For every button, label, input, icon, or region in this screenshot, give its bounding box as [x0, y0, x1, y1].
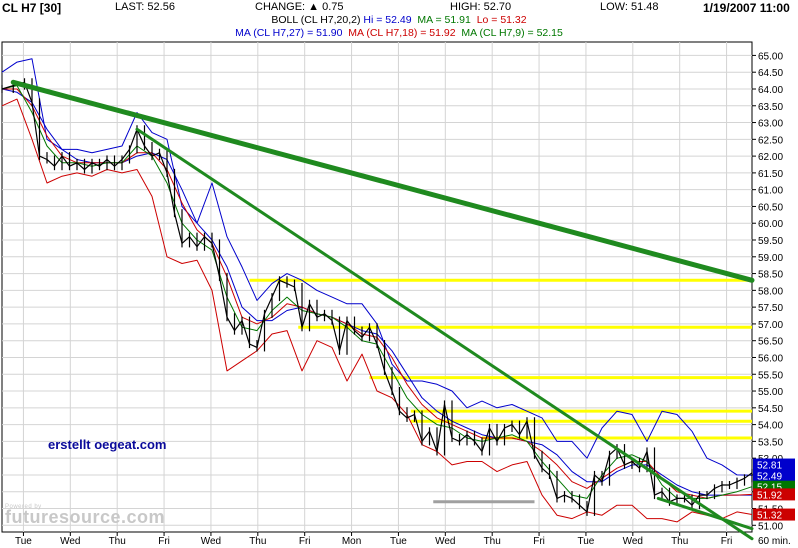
- y-tick-label: 64.50: [758, 68, 783, 79]
- x-tick-label: Fri: [158, 536, 170, 547]
- watermark-brand: futuresource.com: [5, 507, 166, 527]
- x-tick-label: Fri: [533, 536, 545, 547]
- x-tick-label: Wed: [435, 536, 455, 547]
- y-tick-label: 64.00: [758, 85, 783, 96]
- y-tick-label: 54.00: [758, 421, 783, 432]
- value-box-label: 51.32: [757, 511, 782, 522]
- x-tick-label: Fri: [721, 536, 733, 547]
- y-tick-label: 60.00: [758, 219, 783, 230]
- y-tick-label: 57.50: [758, 303, 783, 314]
- x-tick-label: Tue: [15, 536, 32, 547]
- y-tick-label: 61.00: [758, 186, 783, 197]
- author-annotation: erstellt oegeat.com: [48, 437, 167, 452]
- y-tick-label: 55.00: [758, 387, 783, 398]
- x-tick-label: Tue: [578, 536, 595, 547]
- x-unit-label: 60 min.: [758, 536, 791, 547]
- x-tick-label: Thu: [109, 536, 126, 547]
- x-tick-label: Thu: [484, 536, 501, 547]
- y-tick-label: 58.00: [758, 286, 783, 297]
- y-tick-label: 59.50: [758, 236, 783, 247]
- x-tick-label: Fri: [299, 536, 311, 547]
- x-tick-label: Tue: [390, 536, 407, 547]
- y-tick-label: 61.50: [758, 169, 783, 180]
- x-tick-label: Wed: [623, 536, 643, 547]
- value-boxes: 52.8152.4952.1551.9251.32: [753, 458, 795, 522]
- y-tick-label: 62.00: [758, 152, 783, 163]
- value-box-label: 52.49: [757, 471, 782, 482]
- x-tick-label: Wed: [201, 536, 221, 547]
- y-tick-label: 62.50: [758, 135, 783, 146]
- x-tick-label: Wed: [60, 536, 80, 547]
- y-tick-label: 65.00: [758, 51, 783, 62]
- x-tick-label: Thu: [249, 536, 266, 547]
- value-box-label: 51.92: [757, 490, 782, 501]
- futuresource-watermark: Powered by futuresource.com: [5, 504, 165, 528]
- y-tick-label: 59.00: [758, 253, 783, 264]
- y-tick-label: 56.50: [758, 337, 783, 348]
- y-tick-label: 57.00: [758, 320, 783, 331]
- y-tick-label: 55.50: [758, 370, 783, 381]
- y-tick-label: 54.50: [758, 404, 783, 415]
- price-chart: 65.00 64.50 64.00 63.50 63.00 62.50 62.00 61.50…: [1, 41, 795, 547]
- y-tick-label: 63.50: [758, 102, 783, 113]
- y-tick-label: 53.50: [758, 437, 783, 448]
- x-tick-label: Mon: [342, 536, 361, 547]
- y-tick-label: 58.50: [758, 270, 783, 281]
- y-tick-label: 56.00: [758, 353, 783, 364]
- y-tick-label: 60.50: [758, 202, 783, 213]
- y-tick-label: 51.00: [758, 521, 783, 532]
- x-tick-label: Thu: [671, 536, 688, 547]
- y-tick-label: 63.00: [758, 119, 783, 130]
